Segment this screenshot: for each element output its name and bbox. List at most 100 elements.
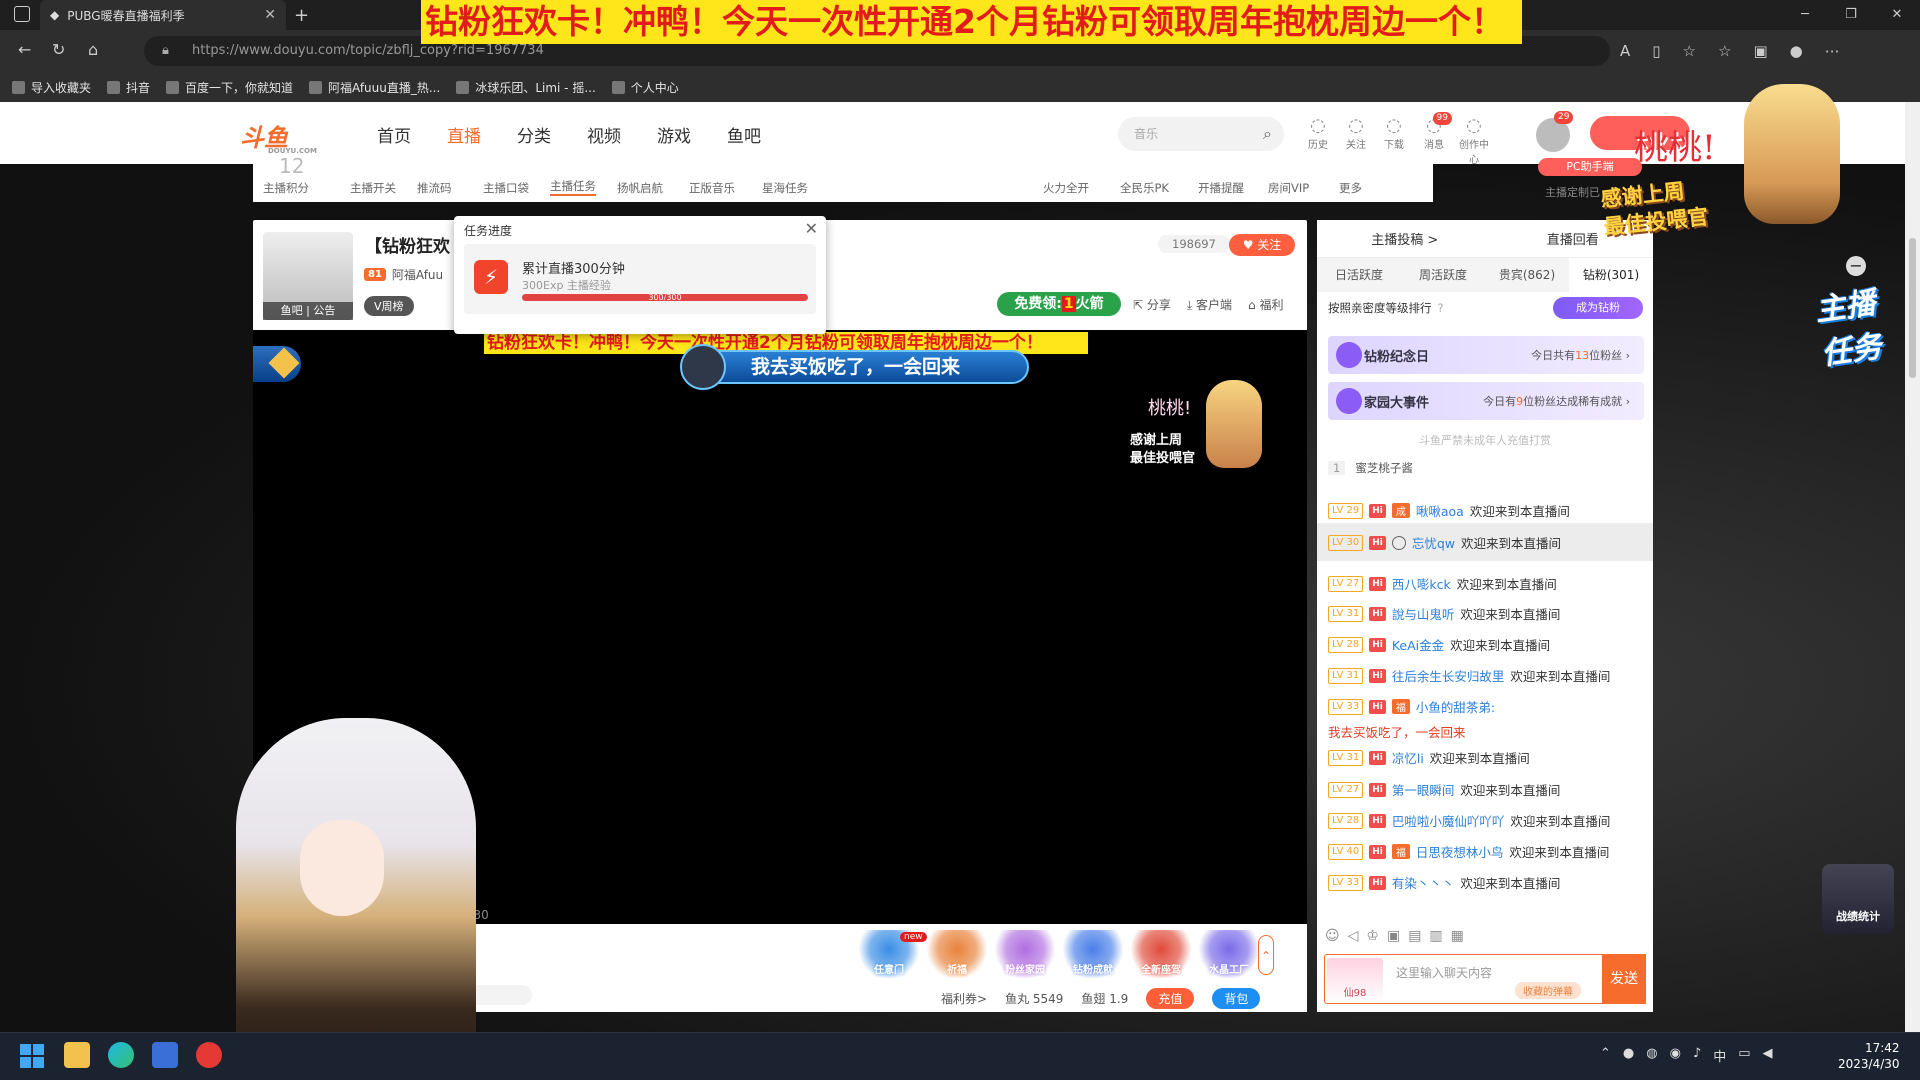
toolstrip-item-10[interactable]: 开播提醒 — [1198, 180, 1244, 196]
close-window-icon[interactable]: ✕ — [1874, 0, 1920, 30]
tab-yuba[interactable]: 鱼吧 — [281, 304, 303, 317]
toolstrip-item-4[interactable]: 主播任务 — [550, 178, 596, 196]
streamer-name[interactable]: 阿福Afuu — [392, 266, 443, 283]
rank-tab-3[interactable]: 钻粉(301) — [1569, 258, 1653, 292]
tray-network-icon[interactable]: ◍ — [1646, 1046, 1657, 1065]
rank-help-icon[interactable]: ? — [1438, 301, 1444, 315]
toolstrip-item-0[interactable]: 主播积分 — [263, 180, 309, 196]
bookmark-item[interactable]: 百度一下，你就知道 — [166, 79, 293, 96]
top-fan-name[interactable]: 蜜芝桃子酱 — [1355, 460, 1413, 476]
bookmark-item[interactable]: 个人中心 — [611, 79, 679, 96]
favorite-star-icon[interactable]: ☆ — [1683, 42, 1696, 60]
toolstrip-item-3[interactable]: 主播口袋 — [483, 180, 529, 196]
bookmark-item[interactable]: 导入收藏夹 — [12, 79, 91, 96]
system-clock[interactable]: 17:42 2023/4/30 — [1838, 1040, 1900, 1072]
saved-danmu-button[interactable]: 收藏的弹幕 — [1515, 982, 1581, 999]
home-icon[interactable]: ⌂ — [88, 40, 98, 59]
fan-anniversary-bar[interactable]: 钻粉纪念日 今日共有13位粉丝 › — [1328, 336, 1644, 374]
pin-icon[interactable]: ▥ — [1429, 928, 1442, 944]
header-bell-button[interactable]: ◌ 消息 99 — [1416, 112, 1452, 151]
tab-actions-icon[interactable] — [14, 6, 30, 22]
more-icon[interactable]: ⋯ — [1825, 42, 1840, 60]
minimize-icon[interactable]: ─ — [1782, 0, 1828, 30]
crown-icon[interactable]: ♔ — [1366, 928, 1379, 944]
search-icon[interactable]: ⌕ — [1263, 117, 1272, 151]
volume-icon[interactable]: ◀ — [1763, 1046, 1773, 1065]
toolstrip-item-2[interactable]: 推流码 — [417, 180, 452, 196]
tab-close-icon[interactable]: ✕ — [264, 7, 276, 23]
back-icon[interactable]: ← — [18, 40, 31, 59]
home-event-bar[interactable]: 家园大事件 今日有9位粉丝达成稀有成就 › — [1328, 382, 1644, 420]
tray-app-icon[interactable]: ● — [1623, 1046, 1634, 1065]
new-tab-icon[interactable]: + — [294, 5, 309, 26]
toolstrip-item-5[interactable]: 扬帆启航 — [617, 180, 663, 196]
free-rocket-button[interactable]: 免费领: 1 火箭 — [997, 292, 1121, 316]
scrollbar-thumb[interactable] — [1909, 238, 1916, 378]
fan-badge-selector[interactable]: 仙98 — [1327, 958, 1383, 1002]
ime-indicator[interactable]: 中 — [1713, 1046, 1726, 1065]
emoji-icon[interactable]: ☺ — [1325, 928, 1340, 944]
client-link[interactable]: ⤓ 客户端 — [1187, 296, 1232, 313]
vrank-button[interactable]: V周榜 — [364, 296, 414, 316]
fan-icon[interactable]: ▣ — [1387, 928, 1400, 944]
gift-more-button[interactable]: ⌃ — [1258, 935, 1274, 975]
rank-tab-1[interactable]: 周活跃度 — [1401, 258, 1485, 292]
bookmark-item[interactable]: 抖音 — [107, 79, 150, 96]
netease-music-icon[interactable] — [196, 1042, 222, 1068]
file-explorer-icon[interactable] — [64, 1042, 90, 1068]
recharge-button[interactable]: 充值 — [1146, 988, 1195, 1009]
backpack-button[interactable]: 背包 — [1212, 988, 1261, 1009]
collections-icon[interactable]: ▣ — [1753, 42, 1767, 60]
nav-item-4[interactable]: 游戏 — [657, 122, 691, 147]
gift-5[interactable]: 水晶工厂 — [1198, 930, 1260, 978]
split-screen-icon[interactable]: ▯ — [1652, 42, 1660, 60]
read-aloud-icon[interactable]: A — [1620, 42, 1630, 60]
chat-username[interactable]: 第一眼瞬间 — [1392, 780, 1455, 799]
nav-item-5[interactable]: 鱼吧 — [727, 122, 761, 147]
nav-item-1[interactable]: 直播 — [447, 122, 481, 147]
tab-notice[interactable]: 公告 — [313, 304, 335, 317]
chat-username[interactable]: 西八嘭kck — [1392, 574, 1451, 593]
horn-icon[interactable]: ◁ — [1348, 928, 1359, 944]
nav-item-0[interactable]: 首页 — [377, 122, 411, 147]
share-link[interactable]: ⇱ 分享 — [1133, 296, 1171, 313]
nav-item-3[interactable]: 视频 — [587, 122, 621, 147]
toolstrip-item-11[interactable]: 房间VIP — [1268, 180, 1309, 196]
gift-1[interactable]: 祈福 — [926, 930, 988, 978]
tray-steam-icon[interactable]: ◉ — [1670, 1046, 1681, 1065]
text-icon[interactable]: ▤ — [1408, 928, 1421, 944]
bookmark-item[interactable]: 冰球乐团、Limi - 摇... — [456, 79, 596, 96]
chat-username[interactable]: 說与山鬼听 — [1392, 604, 1455, 623]
follow-button[interactable]: ♥ 关注 — [1229, 234, 1295, 256]
chat-username[interactable]: 有染丶丶丶 — [1392, 873, 1455, 892]
collapse-icon[interactable]: − — [1846, 256, 1866, 276]
chat-username[interactable]: 忘忧qw — [1412, 533, 1455, 552]
tray-chevron-icon[interactable]: ⌃ — [1600, 1046, 1611, 1065]
toolstrip-item-9[interactable]: 全民乐PK — [1120, 180, 1169, 196]
chat-username[interactable]: 巴啦啦小魔仙吖吖吖 — [1392, 811, 1505, 830]
toolstrip-item-12[interactable]: 更多 — [1339, 180, 1362, 196]
search-input[interactable]: 音乐 ⌕ — [1118, 117, 1284, 151]
coupon-link[interactable]: 福利券> — [941, 990, 987, 1007]
pc-assistant-button[interactable]: PC助手端 — [1538, 158, 1642, 176]
replay-link[interactable]: 直播回看 — [1547, 229, 1599, 248]
chat-username[interactable]: 凉忆li — [1392, 748, 1424, 767]
profile-avatar-icon[interactable]: ● — [1790, 42, 1803, 60]
popup-close-icon[interactable]: ✕ — [805, 219, 818, 238]
restore-icon[interactable]: ❐ — [1828, 0, 1874, 30]
header-bulb-button[interactable]: ◌ 创作中心 — [1456, 116, 1492, 167]
display-icon[interactable]: ▭ — [1738, 1046, 1750, 1065]
toolstrip-item-1[interactable]: 主播开关 — [350, 180, 396, 196]
refresh-icon[interactable]: ↻ — [52, 40, 65, 59]
header-download-button[interactable]: ◌ 下载 — [1376, 116, 1412, 152]
gift-3[interactable]: 钻粉成就 — [1062, 930, 1124, 978]
store-icon[interactable] — [152, 1042, 178, 1068]
chat-username[interactable]: 日思夜想林小鸟 — [1416, 842, 1504, 861]
windows-start-icon[interactable] — [20, 1044, 44, 1068]
chat-username[interactable]: 啾啾aoa — [1416, 501, 1464, 520]
gift-2[interactable]: 粉丝家园 — [994, 930, 1056, 978]
toolstrip-item-6[interactable]: 正版音乐 — [689, 180, 735, 196]
bookmark-item[interactable]: 阿福Afuuu直播_热... — [309, 79, 440, 96]
favorites-icon[interactable]: ☆ — [1718, 42, 1731, 60]
header-heart-button[interactable]: ◌ 关注 — [1338, 116, 1374, 152]
